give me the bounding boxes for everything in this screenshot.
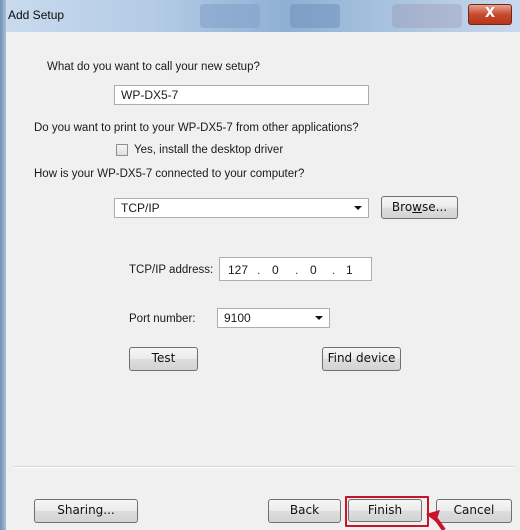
chevron-down-icon xyxy=(354,206,362,210)
chevron-down-icon xyxy=(315,316,323,320)
port-number-label: Port number: xyxy=(129,313,196,325)
setup-name-question: What do you want to call your new setup? xyxy=(47,61,260,73)
setup-name-input[interactable]: WP-DX5-7 xyxy=(114,85,369,105)
tcpip-address-input[interactable]: 127 . 0 . 0 . 1 xyxy=(219,257,372,281)
connection-type-select[interactable]: TCP/IP xyxy=(114,198,369,218)
browse-label-post: se... xyxy=(422,200,448,214)
browse-label-pre: Bro xyxy=(391,200,413,214)
ip-octet-4: 1 xyxy=(346,263,353,277)
close-button[interactable]: X xyxy=(468,4,512,25)
port-number-value: 9100 xyxy=(224,311,251,325)
print-question: Do you want to print to your WP-DX5-7 fr… xyxy=(34,122,359,134)
test-button[interactable]: Test xyxy=(129,347,198,371)
arrow-pointer-icon xyxy=(426,510,446,530)
close-icon: X xyxy=(484,6,496,21)
sharing-button[interactable]: Sharing... xyxy=(34,499,138,523)
browse-label-mnemonic: w xyxy=(412,200,422,214)
title-bar[interactable] xyxy=(0,0,520,32)
find-device-button[interactable]: Find device xyxy=(322,347,401,371)
connection-question: How is your WP-DX5-7 connected to your c… xyxy=(34,168,305,180)
install-driver-label[interactable]: Yes, install the desktop driver xyxy=(134,144,283,156)
dialog-body xyxy=(6,32,520,530)
window-title: Add Setup xyxy=(8,8,65,22)
ip-octet-2: 0 xyxy=(272,263,279,277)
port-number-select[interactable]: 9100 xyxy=(217,308,330,328)
ip-separator: . xyxy=(332,263,336,277)
ip-octet-3: 0 xyxy=(310,263,317,277)
connection-type-value: TCP/IP xyxy=(121,201,160,215)
ip-octet-1: 127 xyxy=(228,263,249,277)
browse-button[interactable]: Browse... xyxy=(381,196,458,219)
install-driver-checkbox[interactable] xyxy=(116,144,128,156)
back-button[interactable]: Back xyxy=(268,499,341,523)
footer-separator xyxy=(14,466,514,468)
tcpip-address-label: TCP/IP address: xyxy=(129,264,214,276)
ip-separator: . xyxy=(295,263,299,277)
ip-separator: . xyxy=(257,263,261,277)
